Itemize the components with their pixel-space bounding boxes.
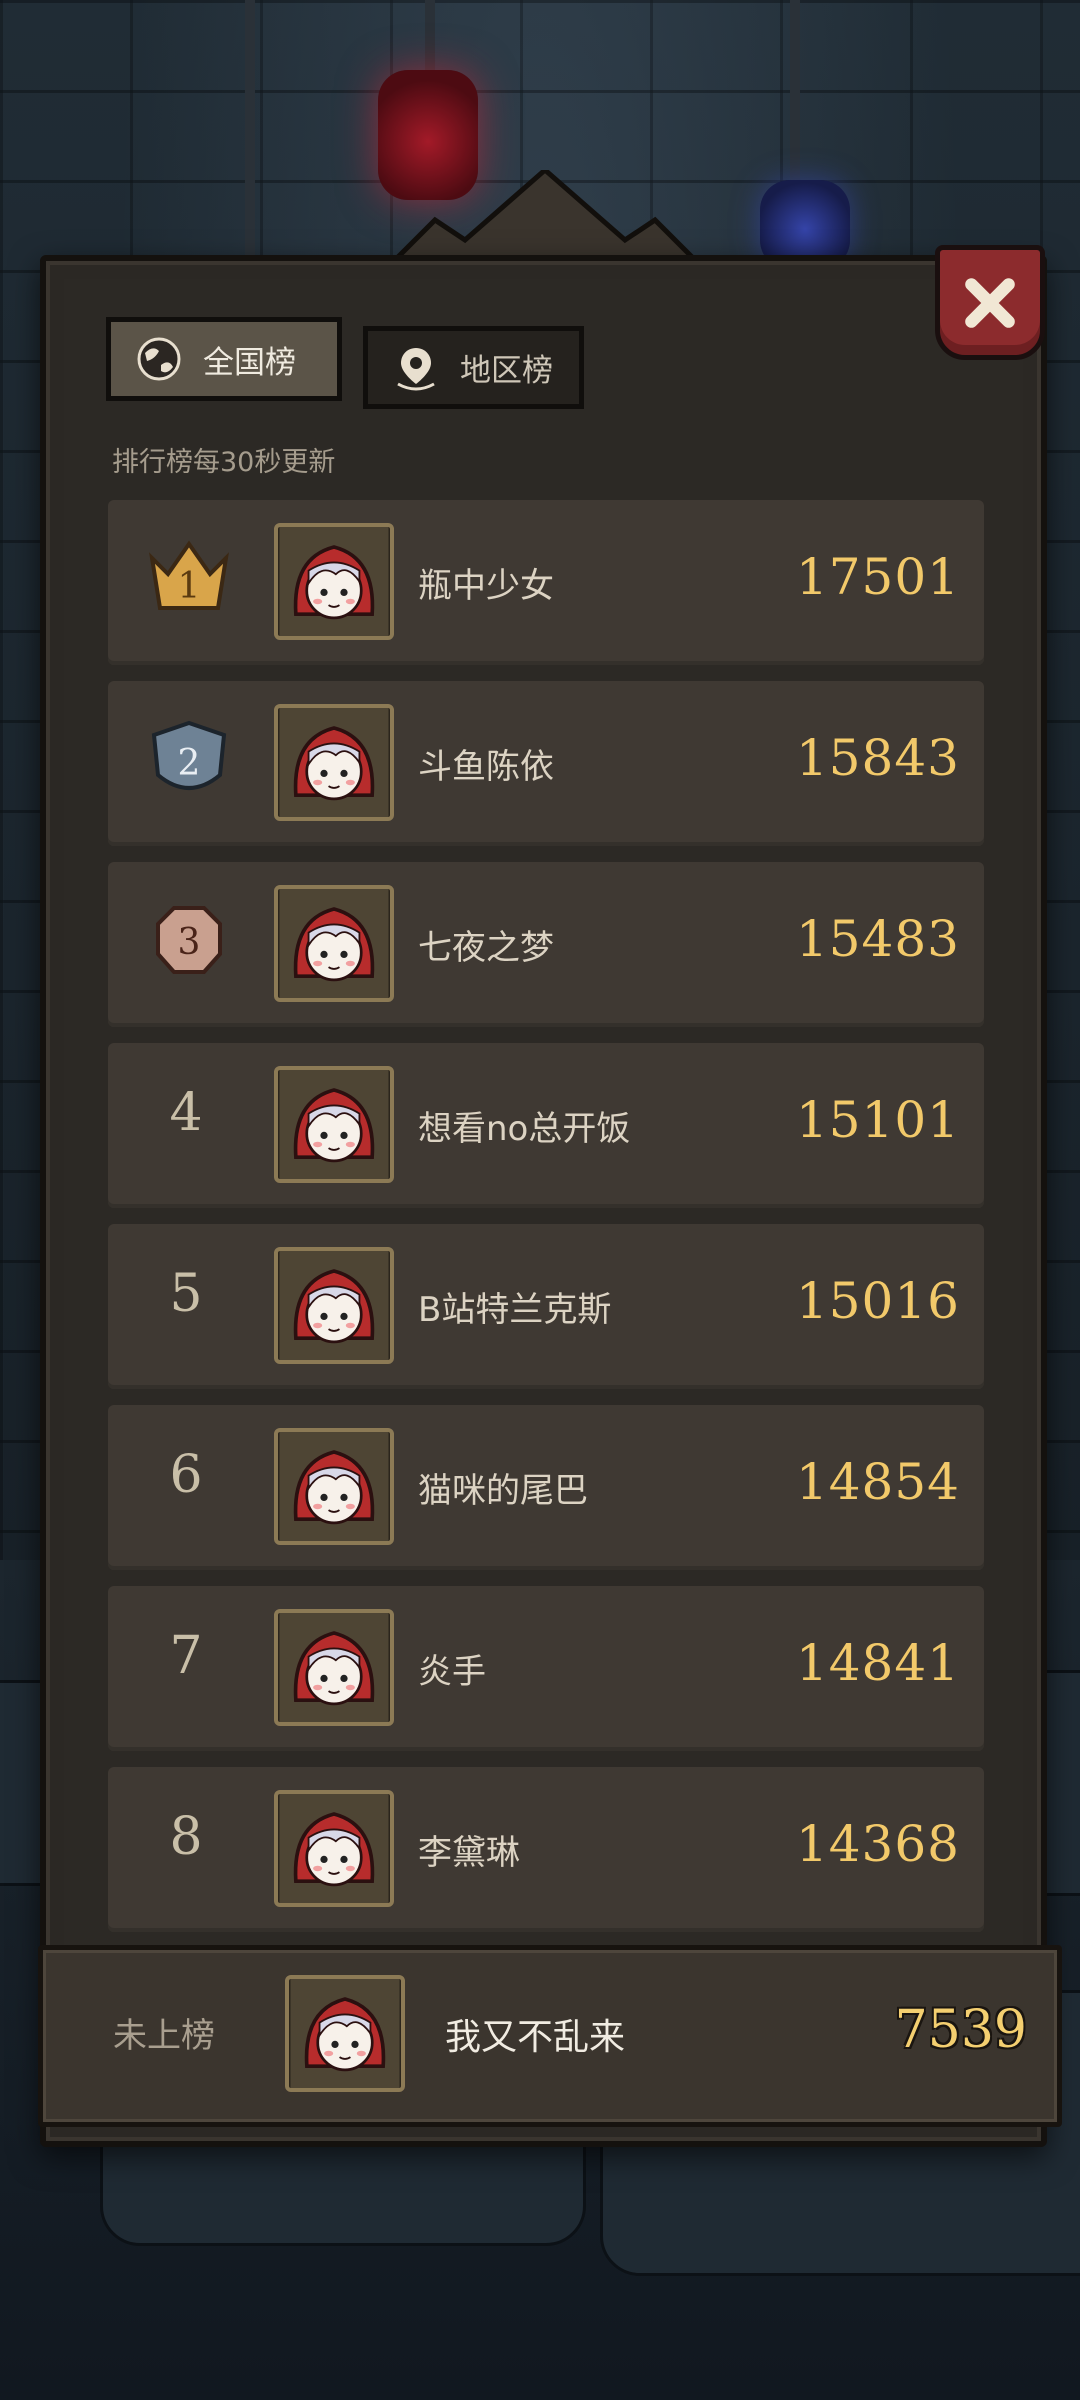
rank-number: 4: [169, 1083, 203, 1143]
player-name: 炎手: [418, 1652, 486, 1692]
leaderboard-row[interactable]: 2 斗鱼陈依 15843: [108, 681, 984, 846]
player-name: 想看no总开饭: [418, 1109, 631, 1149]
rank-number: 8: [169, 1807, 203, 1867]
panel-crest-decoration: [395, 170, 695, 260]
avatar: [274, 1428, 394, 1545]
player-score: 14854: [795, 1453, 960, 1511]
svg-text:3: 3: [178, 922, 201, 963]
player-name: 瓶中少女: [418, 566, 554, 606]
svg-text:1: 1: [178, 566, 201, 607]
leaderboard-row[interactable]: 7 炎手 14841: [108, 1586, 984, 1751]
player-score: 17501: [795, 548, 960, 606]
leaderboard-row[interactable]: 3 七夜之梦 15483: [108, 862, 984, 1027]
silver-shield-badge: 2: [144, 717, 234, 807]
hanging-rope: [425, 0, 435, 80]
avatar: [274, 1066, 394, 1183]
player-score: 15843: [795, 729, 960, 787]
leaderboard-row[interactable]: 8 李黛琳 14368: [108, 1767, 984, 1932]
leaderboard-row[interactable]: 5 B站特兰克斯 15016: [108, 1224, 984, 1389]
update-note: 排行榜每30秒更新: [112, 447, 336, 478]
avatar: [274, 1790, 394, 1907]
player-name: 李黛琳: [418, 1833, 520, 1873]
avatar: [274, 523, 394, 640]
close-icon: [965, 277, 1015, 328]
globe-icon: [137, 337, 181, 381]
tab-region-label: 地区榜: [460, 353, 553, 389]
player-score: 14368: [795, 1815, 960, 1873]
hanging-rope: [790, 0, 800, 200]
location-pin-icon: [397, 347, 435, 390]
self-rank-bar: 未上榜 我又不乱来 7539: [38, 1945, 1062, 2127]
rank-number: 5: [169, 1264, 203, 1324]
player-score: 15101: [795, 1091, 960, 1149]
tab-region[interactable]: 地区榜: [363, 326, 584, 409]
self-rank-status: 未上榜: [113, 2016, 215, 2056]
avatar: [274, 1609, 394, 1726]
avatar: [274, 704, 394, 821]
avatar: [274, 1247, 394, 1364]
leaderboard-row[interactable]: 6 猫咪的尾巴 14854: [108, 1405, 984, 1570]
svg-text:2: 2: [178, 743, 201, 784]
gold-crown-badge: 1: [144, 536, 234, 626]
player-score: 15483: [795, 910, 960, 968]
player-name: 斗鱼陈依: [418, 747, 554, 787]
leaderboard-row[interactable]: 4 想看no总开饭 15101: [108, 1043, 984, 1208]
rank-number: 6: [169, 1445, 203, 1505]
player-name: B站特兰克斯: [418, 1290, 612, 1330]
player-name: 猫咪的尾巴: [418, 1471, 588, 1511]
avatar: [274, 885, 394, 1002]
close-button[interactable]: [935, 245, 1045, 360]
self-avatar: [285, 1975, 405, 2092]
tab-national[interactable]: 全国榜: [106, 317, 342, 401]
tab-national-label: 全国榜: [203, 344, 296, 381]
leaderboard-row[interactable]: 1 瓶中少女 17501: [108, 500, 984, 665]
rank-number: 7: [169, 1626, 203, 1686]
player-name: 七夜之梦: [418, 928, 554, 968]
self-player-name: 我又不乱来: [445, 2017, 626, 2058]
player-score: 15016: [795, 1272, 960, 1330]
player-score: 14841: [795, 1634, 960, 1692]
self-player-score: 7539: [894, 2000, 1027, 2060]
bronze-shield-badge: 3: [144, 898, 234, 988]
